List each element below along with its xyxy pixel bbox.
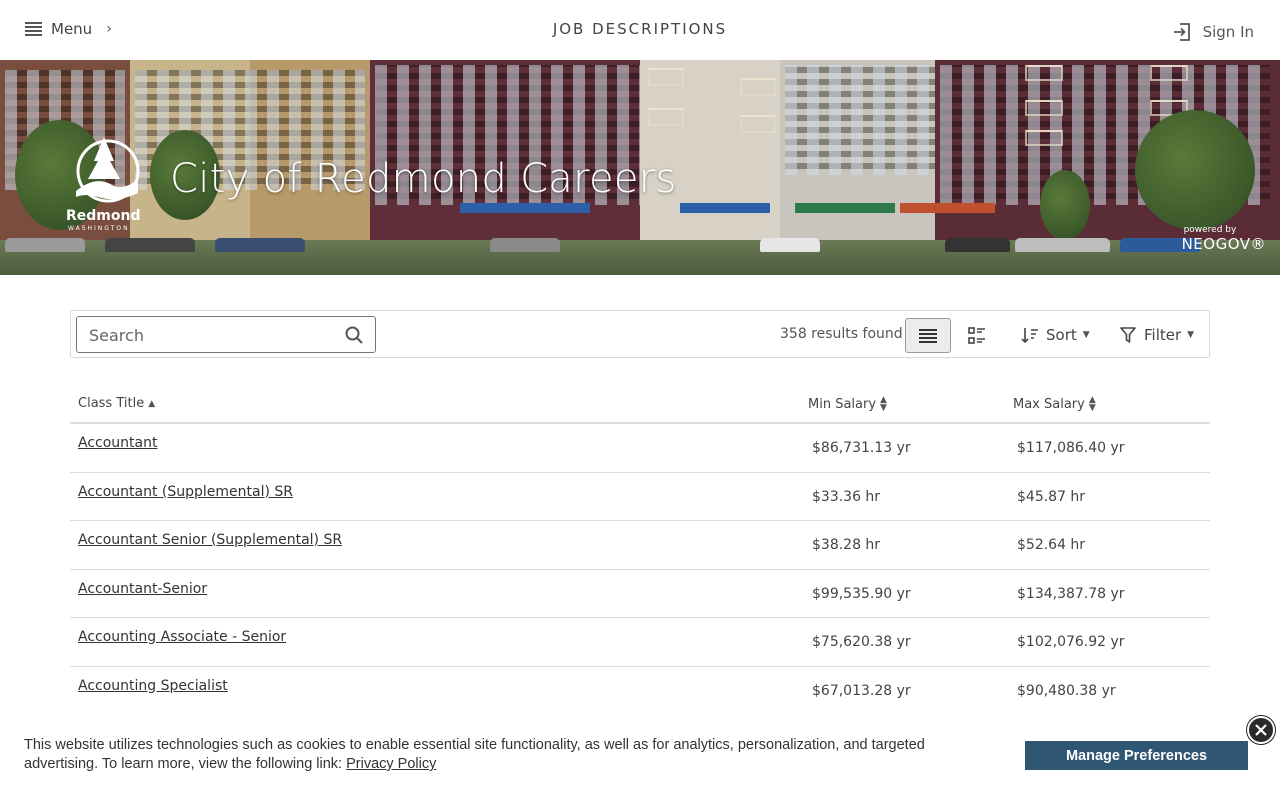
neogov-logo: NEOGOV®	[1181, 235, 1266, 253]
powered-by-text: powered by	[1183, 225, 1237, 235]
min-salary: $86,731.13 yr	[812, 440, 911, 456]
sign-in-button[interactable]: Sign In	[1172, 22, 1254, 42]
manage-preferences-button[interactable]: Manage Preferences	[1025, 741, 1248, 770]
list-icon	[919, 328, 937, 343]
column-header-label: Max Salary	[1013, 396, 1085, 412]
powered-by: powered by NEOGOV®	[1182, 225, 1266, 253]
banner-title: City of Redmond Careers	[170, 156, 677, 202]
sort-both-icon: ▲ ▼	[880, 395, 887, 413]
max-salary: $52.64 hr	[1017, 537, 1086, 553]
filter-button[interactable]: Filter ▼	[1120, 326, 1194, 344]
job-table: Class Title ▲ Min Salary ▲ ▼ Max Salary ▲…	[70, 385, 1210, 715]
sign-in-label: Sign In	[1202, 23, 1254, 41]
max-salary: $134,387.78 yr	[1017, 585, 1125, 602]
max-salary: $45.87 hr	[1017, 488, 1086, 505]
job-title-link[interactable]: Accountant Senior (Supplemental) SR	[78, 532, 342, 548]
search-icon[interactable]	[345, 326, 363, 344]
caret-down-icon: ▼	[1187, 330, 1195, 340]
table-header: Class Title ▲ Min Salary ▲ ▼ Max Salary ▲…	[70, 385, 1210, 424]
search-box	[76, 316, 376, 353]
max-salary: $102,076.92 yr	[1017, 634, 1125, 650]
sort-ascending-icon: ▲	[148, 398, 156, 409]
table-row: Accounting Associate - Senior $75,620.38…	[70, 618, 1210, 667]
city-logo-icon	[76, 137, 140, 203]
sort-button[interactable]: Sort ▼	[1021, 326, 1090, 344]
hero-banner: Redmond WASHINGTON City of Redmond Caree…	[0, 60, 1280, 275]
close-cookie-button[interactable]	[1247, 716, 1275, 744]
detail-list-icon	[968, 326, 985, 344]
min-salary: $33.36 hr	[812, 488, 881, 505]
min-salary: $75,620.38 yr	[812, 634, 911, 650]
sort-icon	[1021, 328, 1038, 343]
page-title: JOB DESCRIPTIONS	[552, 20, 728, 38]
caret-down-icon: ▼	[1082, 330, 1090, 340]
search-input[interactable]	[89, 323, 339, 347]
sign-in-icon	[1173, 23, 1190, 41]
sort-both-icon: ▲ ▼	[1088, 395, 1096, 413]
cookie-text: This website utilizes technologies such …	[24, 737, 925, 772]
list-view-button[interactable]	[905, 318, 951, 353]
table-row: Accounting Specialist $67,013.28 yr $90,…	[70, 667, 1210, 715]
job-title-link[interactable]: Accountant	[78, 435, 157, 451]
table-row: Accountant-Senior $99,535.90 yr $134,387…	[70, 570, 1210, 618]
detail-view-button[interactable]	[954, 318, 1000, 353]
job-title-link[interactable]: Accountant-Senior	[78, 581, 207, 597]
min-salary: $38.28 hr	[812, 537, 881, 553]
column-header-label: Class Title	[78, 396, 145, 411]
cookie-banner: This website utilizes technologies such …	[0, 714, 1280, 800]
search-toolbar: 358 results found Sort ▼ Filter ▼	[70, 310, 1210, 358]
job-title-link[interactable]: Accountant (Supplemental) SR	[78, 484, 293, 500]
filter-label: Filter	[1144, 326, 1182, 344]
job-title-link[interactable]: Accounting Specialist	[78, 678, 228, 694]
table-row: Accountant Senior (Supplemental) SR $38.…	[70, 521, 1210, 570]
top-header: Menu › JOB DESCRIPTIONS Sign In	[0, 0, 1280, 60]
min-salary: $99,535.90 yr	[812, 585, 911, 602]
results-count: 358 results found	[780, 326, 903, 342]
max-salary: $90,480.38 yr	[1017, 682, 1116, 699]
close-icon	[1255, 724, 1267, 736]
filter-icon	[1120, 327, 1136, 343]
max-salary: $117,086.40 yr	[1017, 440, 1125, 456]
logo-subtitle: WASHINGTON	[68, 225, 130, 232]
column-header-class-title[interactable]: Class Title ▲	[78, 396, 155, 411]
table-row: Accountant $86,731.13 yr $117,086.40 yr	[70, 424, 1210, 473]
column-header-min-salary[interactable]: Min Salary ▲ ▼	[808, 395, 887, 413]
column-header-label: Min Salary	[808, 396, 877, 412]
sort-label: Sort	[1046, 326, 1077, 344]
privacy-policy-link[interactable]: Privacy Policy	[346, 756, 436, 772]
job-title-link[interactable]: Accounting Associate - Senior	[78, 629, 286, 645]
min-salary: $67,013.28 yr	[812, 682, 911, 699]
logo-name: Redmond	[66, 208, 141, 224]
table-row: Accountant (Supplemental) SR $33.36 hr $…	[70, 473, 1210, 521]
column-header-max-salary[interactable]: Max Salary ▲ ▼	[1013, 395, 1096, 413]
cookie-message: This website utilizes technologies such …	[24, 736, 984, 774]
